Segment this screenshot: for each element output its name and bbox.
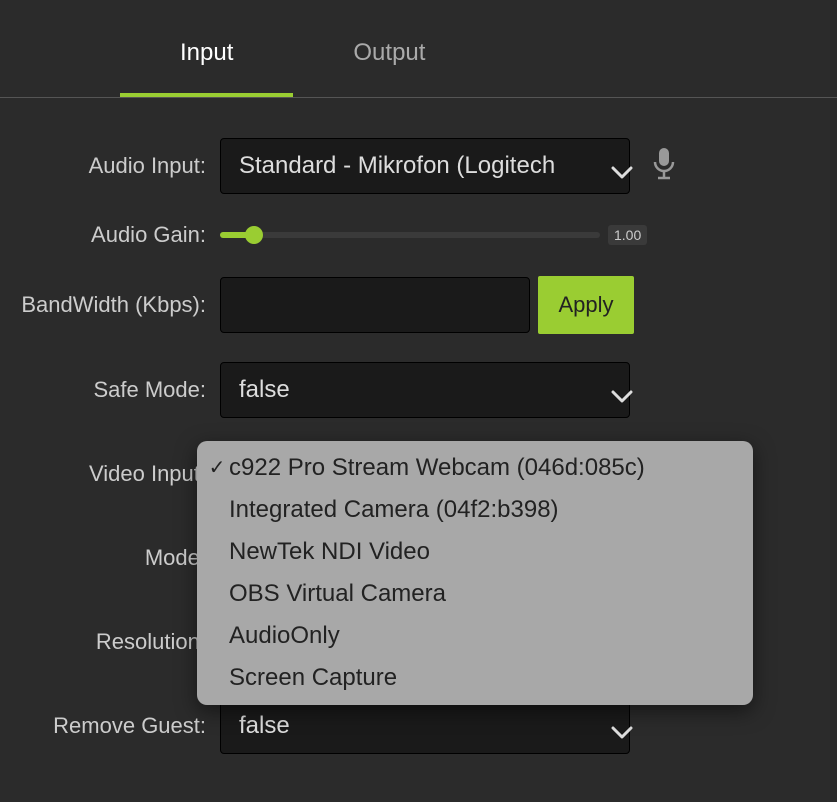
dropdown-option[interactable]: Screen Capture (197, 657, 753, 699)
resolution-label: Resolution: (20, 629, 220, 655)
audio-gain-label: Audio Gain: (20, 222, 220, 248)
dropdown-option-label: OBS Virtual Camera (229, 576, 446, 612)
dropdown-option[interactable]: OBS Virtual Camera (197, 573, 753, 615)
dropdown-option-label: Integrated Camera (04f2:b398) (229, 492, 559, 528)
row-bandwidth: BandWidth (Kbps): Apply (20, 276, 817, 334)
slider-thumb[interactable] (245, 226, 263, 244)
row-remove-guest: Remove Guest: false (20, 698, 817, 754)
tab-bar: Input Output (0, 0, 837, 98)
mode-label: Mode: (20, 545, 220, 571)
check-icon: ✓ (205, 453, 229, 483)
bandwidth-label: BandWidth (Kbps): (20, 292, 220, 318)
safe-mode-select[interactable]: false (220, 362, 630, 418)
row-audio-gain: Audio Gain: 1.00 (20, 222, 817, 248)
dropdown-option-label: NewTek NDI Video (229, 534, 430, 570)
dropdown-option-label: c922 Pro Stream Webcam (046d:085c) (229, 450, 645, 486)
audio-gain-slider[interactable] (220, 232, 600, 238)
dropdown-option[interactable]: NewTek NDI Video (197, 531, 753, 573)
dropdown-option[interactable]: Integrated Camera (04f2:b398) (197, 489, 753, 531)
safe-mode-label: Safe Mode: (20, 377, 220, 403)
dropdown-option-label: AudioOnly (229, 618, 340, 654)
audio-gain-control: 1.00 (220, 225, 647, 245)
row-safe-mode: Safe Mode: false (20, 362, 817, 418)
audio-input-select[interactable]: Standard - Mikrofon (Logitech (220, 138, 630, 194)
safe-mode-value: false (239, 376, 601, 404)
tab-output[interactable]: Output (293, 9, 485, 97)
apply-button[interactable]: Apply (538, 276, 634, 334)
tab-input[interactable]: Input (120, 9, 293, 97)
dropdown-option-label: Screen Capture (229, 660, 397, 696)
video-input-dropdown: ✓c922 Pro Stream Webcam (046d:085c) Inte… (197, 441, 753, 705)
row-audio-input: Audio Input: Standard - Mikrofon (Logite… (20, 138, 817, 194)
bandwidth-input[interactable] (220, 277, 530, 333)
dropdown-option[interactable]: AudioOnly (197, 615, 753, 657)
video-input-label: Video Input: (20, 461, 220, 487)
remove-guest-select[interactable]: false (220, 698, 630, 754)
dropdown-option[interactable]: ✓c922 Pro Stream Webcam (046d:085c) (197, 447, 753, 489)
audio-input-label: Audio Input: (20, 153, 220, 179)
remove-guest-value: false (239, 712, 601, 740)
audio-gain-value: 1.00 (608, 225, 647, 245)
audio-input-value: Standard - Mikrofon (Logitech (239, 152, 601, 180)
microphone-icon (650, 146, 678, 187)
remove-guest-label: Remove Guest: (20, 713, 220, 739)
